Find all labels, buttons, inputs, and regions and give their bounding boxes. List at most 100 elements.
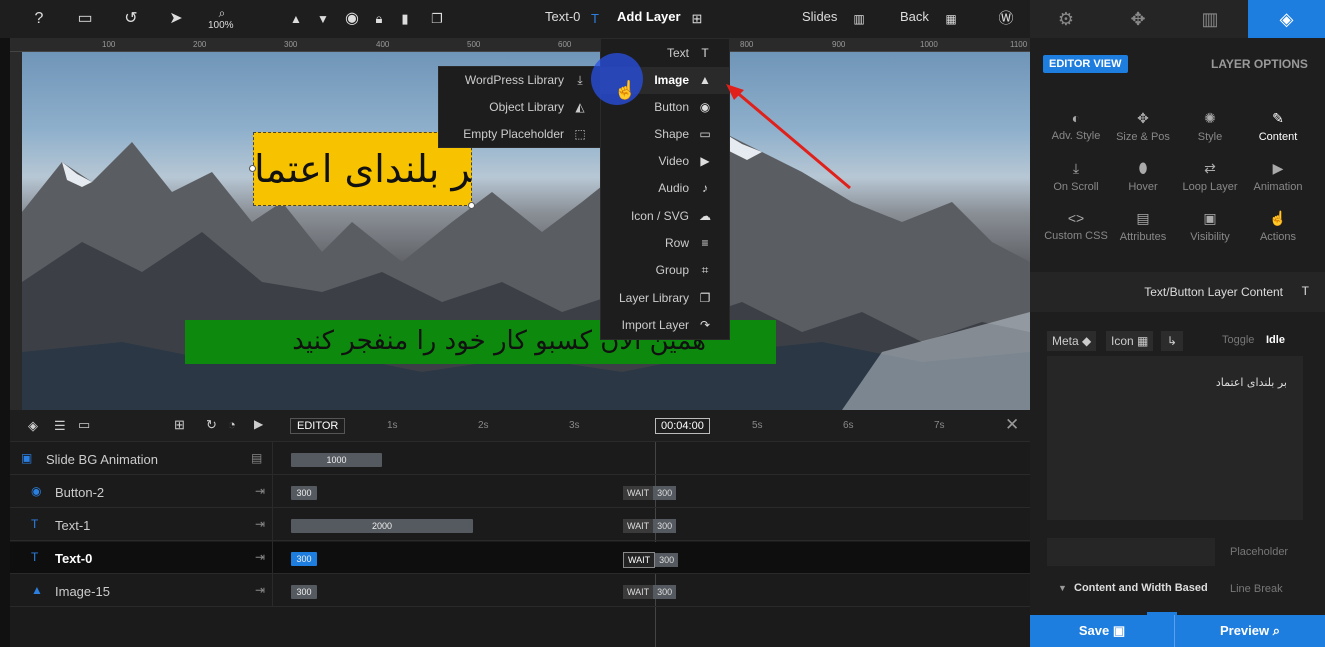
timeline-divider [272,442,273,607]
placeholder-icon: ⬚ [574,127,586,141]
menu-item-row[interactable]: Row ≡ [599,230,729,257]
menu-item-layer-library[interactable]: Layer Library ❐ [599,285,729,312]
meta-button[interactable]: Meta ◆ [1047,331,1097,351]
pin-icon[interactable]: ⇥ [255,484,265,498]
idle-label[interactable]: Idle [1266,334,1285,346]
add-layer-icon[interactable]: ⊞ [686,8,708,30]
menu-label: Shape [654,127,689,141]
image-icon: ▲ [699,73,711,87]
wait-block[interactable]: WAIT 300 [623,519,677,533]
animation-bar[interactable]: 300 [291,486,317,500]
row-name: Slide BG Animation [46,452,159,467]
animation-bar[interactable]: 300 [291,552,317,566]
eye-icon[interactable]: ◉ [341,8,363,30]
menu-item-shape[interactable]: Shape ▭ [599,121,729,148]
ruler-label: 300 [284,40,298,49]
layers-icon[interactable]: ◈ [28,418,38,434]
save-button[interactable]: Save ▣ [1030,615,1174,647]
option-animation[interactable]: ▶ Animation [1243,160,1313,193]
option-attributes[interactable]: ▤ Attributes [1108,210,1178,243]
section-header[interactable]: Text/Button Layer Content T [1030,272,1325,312]
move-down-icon[interactable]: ▼ [312,8,334,30]
grid-select-icon[interactable]: ⊞ [174,417,185,433]
undo-icon[interactable]: ↺ [120,8,142,30]
timeline-row-selected[interactable]: T Text-0 ⇥ 300 WAIT 300 [10,542,1030,574]
help-icon[interactable]: ? [28,8,50,30]
wait-block[interactable]: WAIT 300 [623,486,677,500]
navigation-tab-icon[interactable]: ✥ [1102,0,1174,38]
tick-label: 7s [934,420,945,431]
move-up-icon[interactable]: ▲ [285,8,307,30]
option-content[interactable]: ✎ Content [1243,110,1313,143]
list-icon[interactable]: ☰ [54,418,66,434]
preview-button[interactable]: Preview ⌕ [1175,615,1325,647]
wordpress-icon[interactable]: Ⓦ [995,8,1017,30]
pointer-icon[interactable]: ➤ [165,8,187,30]
option-on-scroll[interactable]: ⤓ On Scroll [1041,160,1111,193]
option-custom-css[interactable]: <> Custom CSS [1041,210,1111,242]
line-break-icon[interactable]: ↳ [1161,331,1184,351]
trash-icon[interactable]: ▮ [394,8,416,30]
resize-handle[interactable] [468,202,475,209]
width-mode-select[interactable]: Content and Width Based [1074,582,1208,594]
pin-icon[interactable]: ⇥ [255,583,265,597]
slides-button[interactable]: Slides [802,9,837,24]
resize-handle[interactable] [249,165,256,172]
option-hover[interactable]: ⬮ Hover [1108,160,1178,193]
layers-tab-icon[interactable]: ◈ [1248,0,1325,38]
menu-item-icon-svg[interactable]: Icon / SVG ☁ [599,203,729,230]
chevron-down-icon[interactable]: ▼ [1058,583,1067,593]
editor-label[interactable]: EDITOR [290,418,346,434]
option-visibility[interactable]: ▣ Visibility [1175,210,1245,243]
option-style[interactable]: ✺ Style [1175,110,1245,143]
wait-value: 300 [655,553,679,567]
option-size-pos[interactable]: ✥ Size & Pos [1108,110,1178,143]
settings-tab-gear-icon[interactable]: ⚙ [1030,0,1102,38]
close-icon[interactable]: ✕ [1005,415,1019,435]
timer-icon[interactable]: ◔ [228,417,236,432]
placeholder-input[interactable] [1047,538,1215,566]
add-layer-button[interactable]: Add Layer [617,9,681,24]
wait-block[interactable]: WAIT 300 [623,585,677,599]
duplicate-icon[interactable]: ❐ [426,8,448,30]
animation-bar[interactable]: 2000 [291,519,473,533]
animation-bar[interactable]: 300 [291,585,317,599]
folder-icon[interactable]: ▭ [78,417,90,433]
submenu-object-library[interactable]: Object Library ◭ [437,94,600,121]
menu-item-video[interactable]: Video ▶ [599,148,729,175]
play-icon[interactable]: ▶ [254,417,263,431]
submenu-wordpress-library[interactable]: WordPress Library ⤓ [437,67,600,94]
desktop-icon[interactable]: ▭ [74,8,96,30]
pin-icon[interactable]: ⇥ [255,517,265,531]
menu-item-import-layer[interactable]: Import Layer ↷ [599,312,729,339]
timeline-row[interactable]: ◉ Button-2 ⇥ 300 WAIT 300 [10,476,1030,508]
back-button[interactable]: Back [900,9,929,24]
content-textarea[interactable]: بر بلندای اعتماد [1047,356,1303,520]
timeline-row[interactable]: ▣ Slide BG Animation ▤ 1000 [10,443,1030,475]
wait-block[interactable]: WAIT 300 [623,552,679,568]
text-icon: T [31,517,39,531]
timeline-row[interactable]: ▲ Image-15 ⇥ 300 WAIT 300 [10,575,1030,607]
ruler-label: 400 [376,40,390,49]
pin-icon[interactable]: ⇥ [255,550,265,564]
icon-button[interactable]: Icon ▦ [1106,331,1154,351]
media-icon[interactable]: ▤ [251,451,262,465]
loop-icon[interactable]: ↻ [206,417,217,433]
lock-icon[interactable]: 🔒︎ [368,8,390,30]
option-adv-style[interactable]: ◐ Adv. Style [1041,110,1111,142]
option-actions[interactable]: ☝ Actions [1243,210,1313,243]
hand-icon: ☝ [1269,210,1287,226]
option-loop-layer[interactable]: ⇄ Loop Layer [1175,160,1245,193]
slide-tab-icon[interactable]: ▥ [1174,0,1246,38]
menu-item-audio[interactable]: Audio ♪ [599,175,729,202]
current-time[interactable]: 00:04:00 [655,418,710,434]
timeline-row[interactable]: T Text-1 ⇥ 2000 WAIT 300 [10,509,1030,541]
slides-icon[interactable]: ▥ [848,8,870,30]
submenu-empty-placeholder[interactable]: Empty Placeholder ⬚ [437,121,600,148]
toggle-label[interactable]: Toggle [1222,334,1254,346]
menu-item-group[interactable]: Group ⌗ [599,257,729,284]
grid-icon[interactable]: ▦ [940,8,962,30]
animation-bar[interactable]: 1000 [291,453,382,467]
editor-view-badge[interactable]: EDITOR VIEW [1043,55,1128,73]
menu-label: Group [655,263,689,277]
